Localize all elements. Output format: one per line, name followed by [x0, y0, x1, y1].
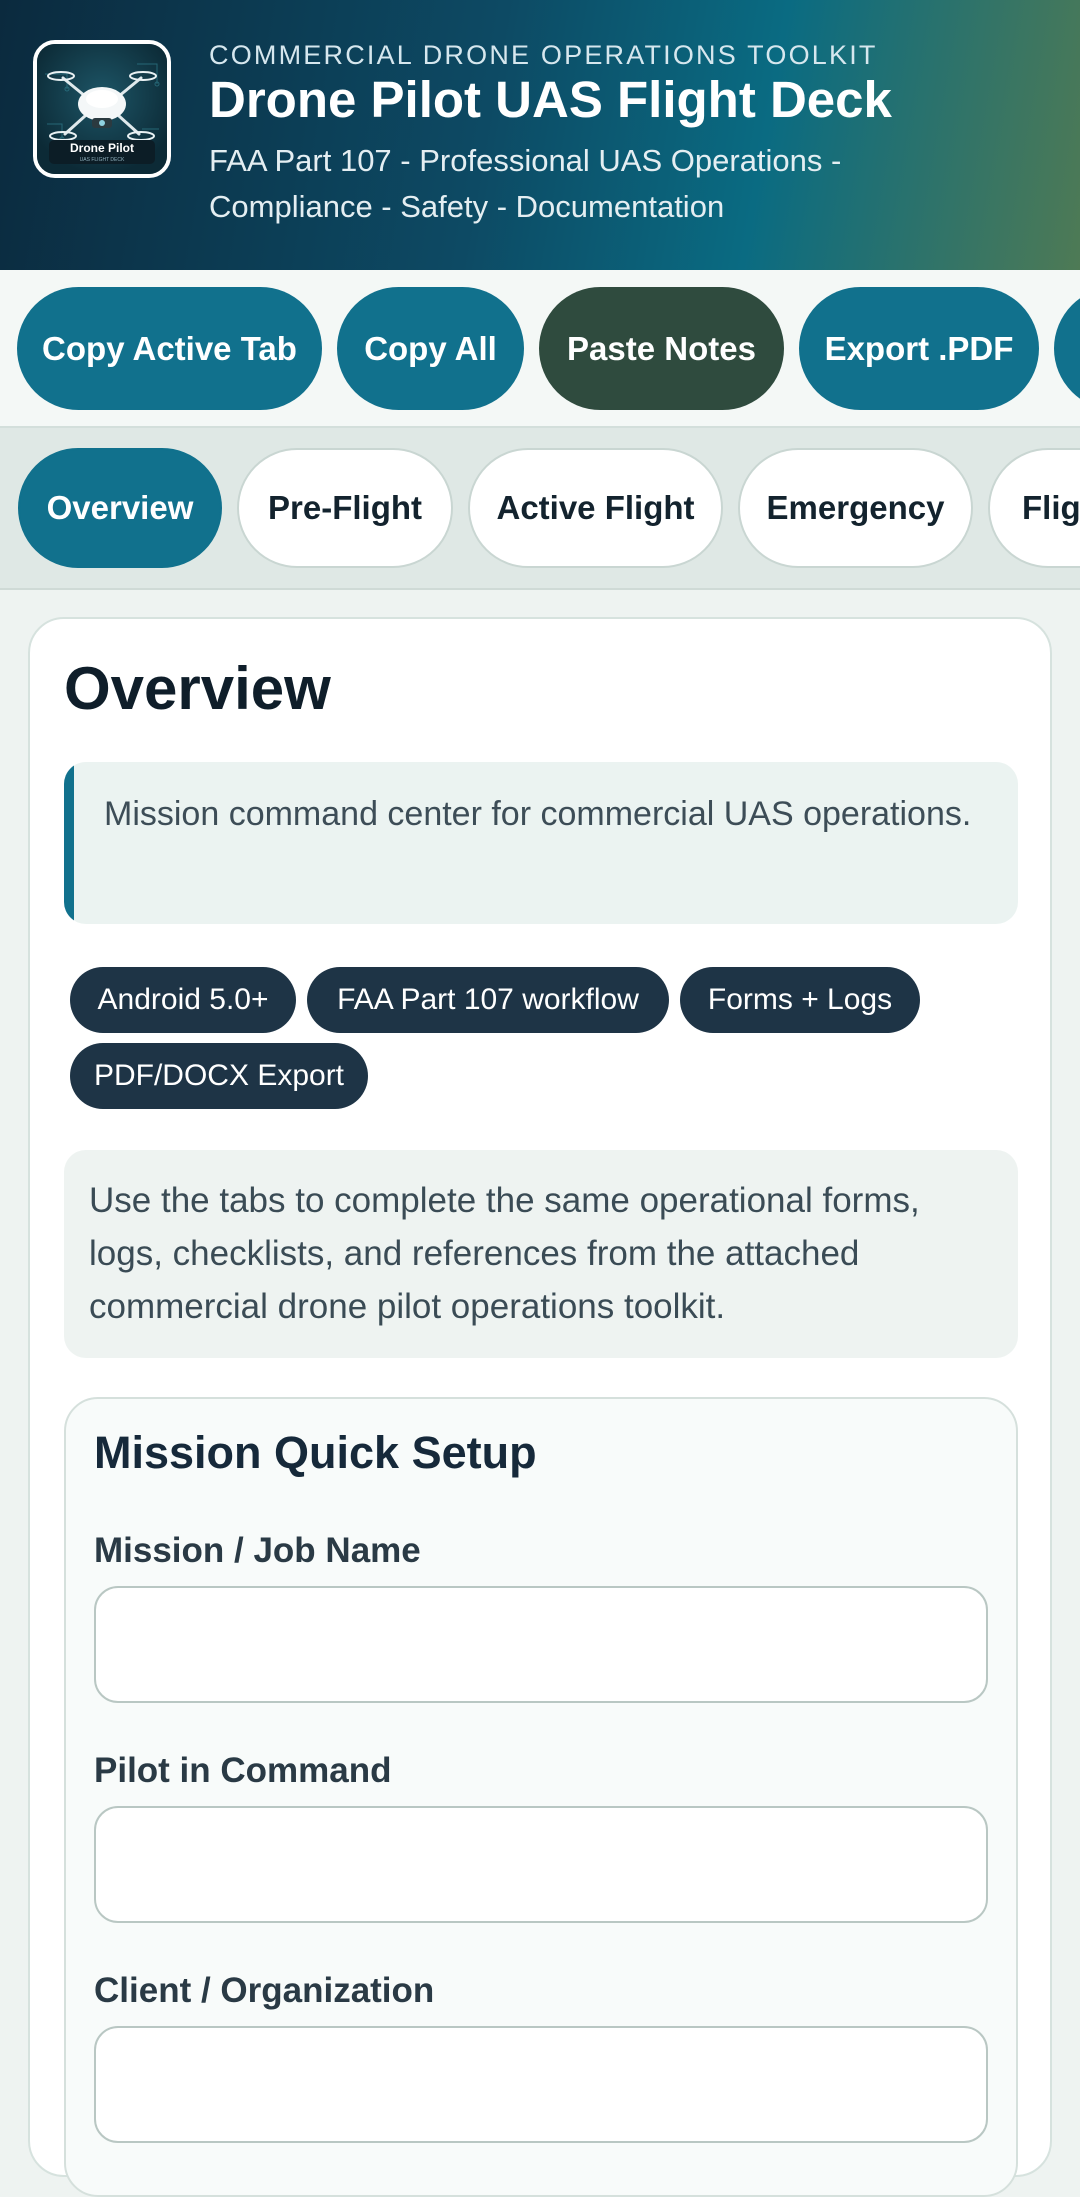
tab-active-flight[interactable]: Active Flight [468, 448, 723, 568]
copy-all-button[interactable]: Copy All [337, 287, 524, 410]
tab-overview[interactable]: Overview [18, 448, 222, 568]
overview-info-text: Use the tabs to complete the same operat… [89, 1181, 920, 1326]
pilot-in-command-label: Pilot in Command [94, 1751, 392, 1790]
pilot-in-command-input[interactable] [94, 1806, 988, 1923]
overview-info-box: Use the tabs to complete the same operat… [64, 1150, 1018, 1358]
tab-bar: Overview Pre-Flight Active Flight Emerge… [0, 428, 1080, 590]
logo-tagline: UAS FLIGHT DECK [79, 157, 125, 163]
tab-emergency[interactable]: Emergency [738, 448, 973, 568]
app-title: Drone Pilot UAS Flight Deck [209, 71, 892, 128]
chip-faa-workflow: FAA Part 107 workflow [307, 967, 669, 1033]
mission-name-label: Mission / Job Name [94, 1531, 421, 1570]
chip-export: PDF/DOCX Export [70, 1043, 368, 1109]
tab-flight[interactable]: Fligh [988, 448, 1080, 568]
client-organization-input[interactable] [94, 2026, 988, 2143]
client-organization-label: Client / Organization [94, 1971, 435, 2010]
page-title: Overview [64, 655, 331, 722]
chip-forms-logs: Forms + Logs [680, 967, 920, 1033]
logo-caption: Drone Pilot UAS FLIGHT DECK [49, 140, 155, 164]
callout-text: Mission command center for commercial UA… [104, 795, 972, 833]
app-subtitle: FAA Part 107 - Professional UAS Operatio… [209, 143, 842, 224]
logo-caption-text: Drone Pilot [69, 141, 134, 155]
export-pdf-button[interactable]: Export .PDF [799, 287, 1039, 410]
callout-accent [64, 762, 74, 924]
more-action-button[interactable] [1054, 287, 1080, 410]
app-kicker: COMMERCIAL DRONE OPERATIONS TOOLKIT [209, 40, 878, 70]
app-header: Drone Pilot UAS FLIGHT DECK COMMERCIAL D… [0, 0, 1080, 270]
mission-name-input[interactable] [94, 1586, 988, 1703]
app-logo: Drone Pilot UAS FLIGHT DECK [33, 40, 171, 178]
tab-pre-flight[interactable]: Pre-Flight [237, 448, 453, 568]
paste-notes-button[interactable]: Paste Notes [539, 287, 784, 410]
section-title: Mission Quick Setup [94, 1427, 537, 1478]
action-toolbar: Copy Active Tab Copy All Paste Notes Exp… [0, 270, 1080, 428]
chip-android: Android 5.0+ [70, 967, 296, 1033]
overview-card: Overview Mission command center for comm… [28, 617, 1052, 2197]
mission-quick-setup: Mission Quick Setup Mission / Job Name P… [64, 1397, 1018, 2197]
copy-active-tab-button[interactable]: Copy Active Tab [17, 287, 322, 410]
mission-callout: Mission command center for commercial UA… [64, 762, 1018, 924]
